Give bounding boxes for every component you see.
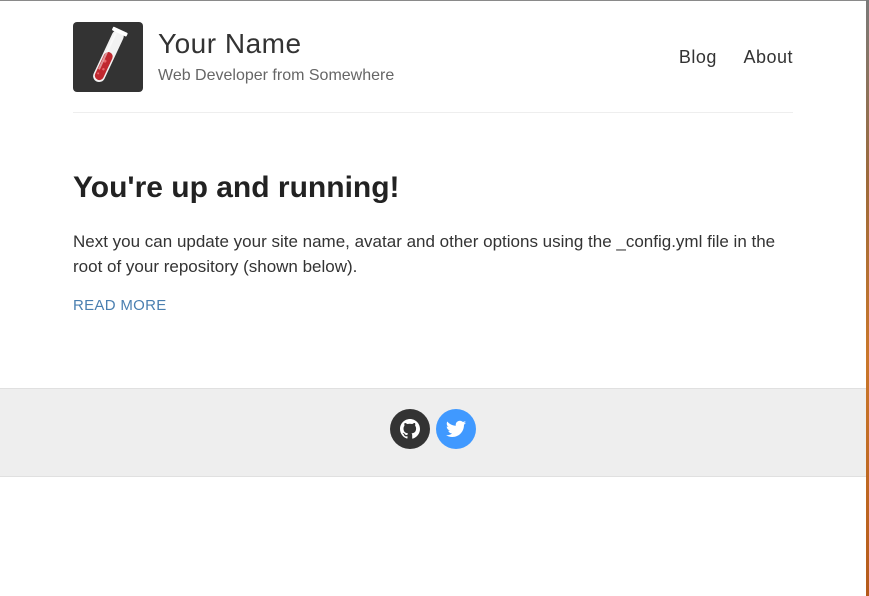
footer [0, 388, 866, 477]
read-more-link[interactable]: READ MORE [73, 297, 167, 314]
test-tube-icon [93, 26, 128, 83]
masthead: Your Name Web Developer from Somewhere B… [73, 22, 793, 113]
post-title[interactable]: You're up and running! [73, 169, 793, 207]
post-excerpt-text: Next you can update your site name, avat… [73, 232, 776, 276]
github-icon [400, 419, 420, 439]
nav-item-about[interactable]: About [743, 47, 793, 67]
twitter-icon [445, 420, 467, 437]
twitter-link[interactable] [436, 409, 476, 449]
main-nav: Blog About [658, 47, 793, 68]
site-description: Web Developer from Somewhere [158, 67, 395, 84]
page: Your Name Web Developer from Somewhere B… [0, 0, 866, 596]
nav-item-blog[interactable]: Blog [679, 47, 717, 67]
site-title[interactable]: Your Name [158, 28, 302, 60]
github-link[interactable] [390, 409, 430, 449]
post-excerpt: You're up and running! Next you can upda… [73, 169, 793, 315]
site-avatar[interactable] [73, 22, 143, 92]
